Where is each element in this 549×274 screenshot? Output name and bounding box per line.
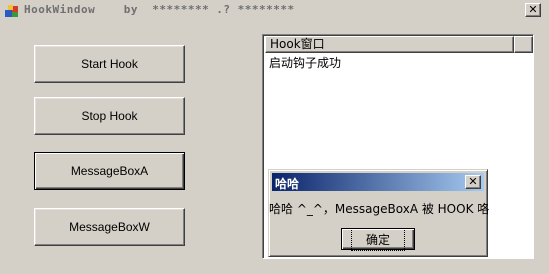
app-icon [4, 3, 20, 19]
messagebox-w-button[interactable]: MessageBoxW [34, 208, 185, 246]
start-hook-button[interactable]: Start Hook [34, 45, 185, 83]
dialog-message: 哈哈 ^_^，MessageBoxA 被 HOOK 咯 [269, 202, 490, 216]
list-header: Hook窗口 [265, 36, 533, 53]
column-header-filler [514, 36, 533, 53]
title-bar[interactable]: HookWindow by ******** .? ******** ✕ [0, 0, 549, 22]
ok-button[interactable]: 确定 [341, 227, 415, 251]
close-icon: ✕ [528, 3, 538, 16]
dialog-close-button[interactable]: ✕ [465, 175, 481, 189]
messagebox-a-button[interactable]: MessageBoxA [34, 152, 185, 190]
close-button[interactable]: ✕ [525, 3, 541, 17]
ok-button-label: 确定 [350, 227, 406, 251]
hook-window: HookWindow by ******** .? ******** ✕ Sta… [0, 0, 549, 274]
window-title: HookWindow by ******** .? ******** [24, 3, 295, 16]
list-item[interactable]: 启动钩子成功 [269, 54, 341, 71]
stop-hook-button[interactable]: Stop Hook [34, 97, 185, 135]
dialog-title: 哈哈 [275, 177, 300, 191]
close-icon: ✕ [468, 175, 478, 188]
dialog-title-bar[interactable]: 哈哈 ✕ [272, 173, 484, 191]
column-header-hook-window[interactable]: Hook窗口 [265, 36, 514, 53]
message-box-dialog: 哈哈 ✕ 哈哈 ^_^，MessageBoxA 被 HOOK 咯 确定 [268, 169, 490, 257]
